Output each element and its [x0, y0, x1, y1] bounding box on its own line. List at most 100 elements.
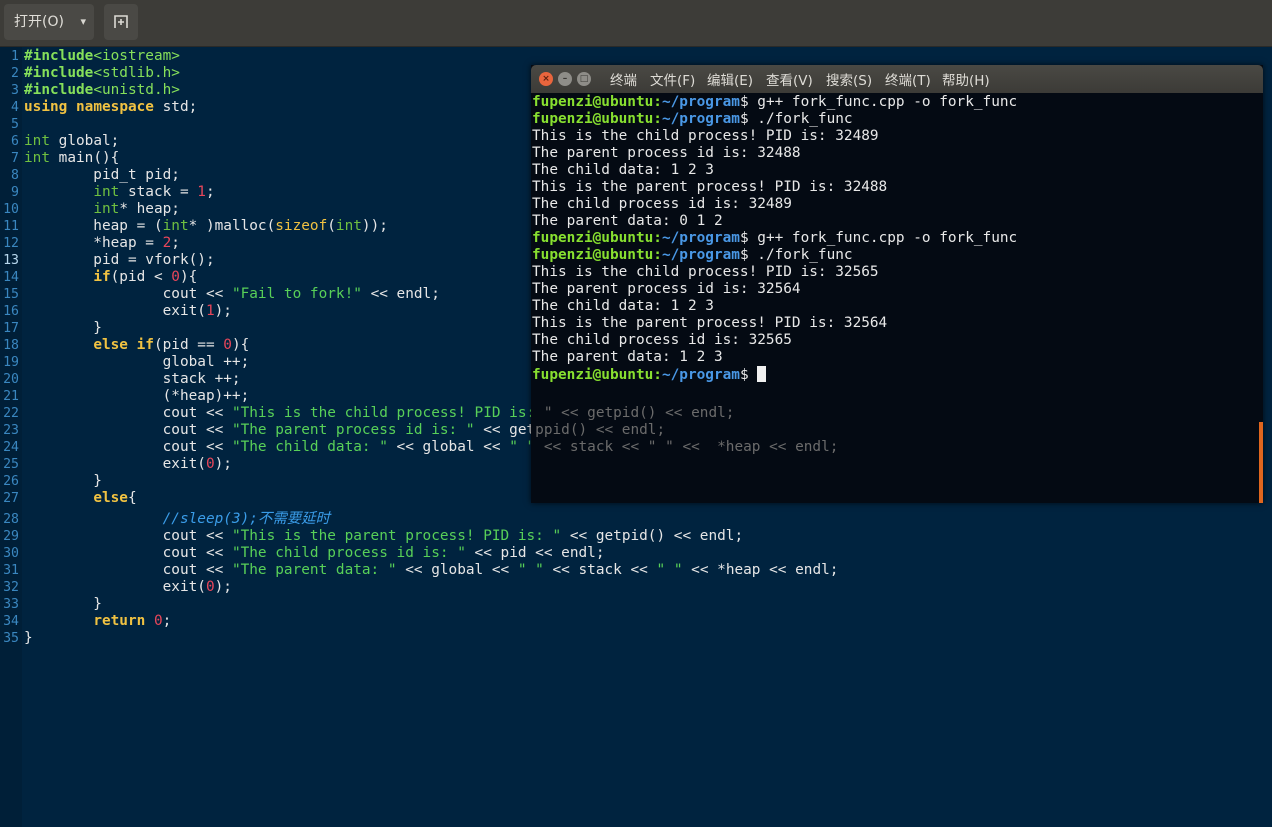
code-token: << *heap << endl;: [682, 562, 839, 578]
terminal-output-line: The parent process id is: 32488: [532, 145, 801, 161]
new-document-button[interactable]: [104, 4, 138, 40]
code-token: );: [214, 579, 232, 595]
menu-help[interactable]: 帮助(H): [942, 65, 990, 93]
line-number: 17: [3, 321, 19, 336]
line-number: 1: [11, 49, 19, 64]
prompt-symbol: $: [739, 247, 758, 263]
code-line[interactable]: if(pid < 0){: [24, 269, 197, 286]
code-token: " ": [517, 562, 544, 578]
menu-search[interactable]: 搜索(S): [826, 65, 872, 93]
menu-terminal[interactable]: 终端(T): [885, 65, 931, 93]
terminal-scrollbar[interactable]: [1259, 422, 1263, 503]
code-line[interactable]: #include<unistd.h>: [24, 82, 180, 99]
code-line[interactable]: pid_t pid;: [24, 167, 180, 184]
maximize-icon[interactable]: □: [577, 72, 591, 86]
menu-edit[interactable]: 编辑(E): [707, 65, 753, 93]
code-line[interactable]: return 0;: [24, 613, 171, 630]
new-document-icon: [114, 15, 128, 28]
code-token: "The child data: ": [231, 439, 388, 455]
code-token: return: [93, 613, 146, 629]
ghost-code-line: << stack << " " << *heap << endl;: [535, 439, 839, 455]
code-line[interactable]: cout << "This is the parent process! PID…: [24, 528, 744, 545]
code-line[interactable]: }: [24, 630, 33, 647]
code-token: << getpid() << endl;: [561, 528, 744, 544]
code-token: << global <<: [387, 439, 510, 455]
code-token: exit(: [24, 456, 206, 472]
menu-view[interactable]: 查看(V): [766, 65, 813, 93]
line-number: 5: [11, 117, 19, 132]
close-icon[interactable]: ×: [539, 72, 553, 86]
code-line[interactable]: cout << "The parent data: " << global <<…: [24, 562, 839, 579]
terminal-output-line: This is the parent process! PID is: 3248…: [532, 179, 888, 195]
line-number: 13: [3, 253, 19, 268]
code-line[interactable]: (*heap)++;: [24, 388, 250, 405]
menu-terminal-title: 终端: [610, 73, 637, 89]
code-line[interactable]: cout << "Fail to fork!" << endl;: [24, 286, 440, 303]
line-number: 19: [3, 355, 19, 370]
prompt-user: fupenzi@ubuntu: [532, 94, 654, 110]
code-line[interactable]: stack ++;: [24, 371, 241, 388]
code-token: (: [327, 218, 336, 234]
terminal-output-line: The child data: 1 2 3: [532, 162, 714, 178]
code-line[interactable]: int global;: [24, 133, 119, 150]
code-token: "This is the child process! PID is: ": [231, 405, 553, 421]
code-line[interactable]: *heap = 2;: [24, 235, 180, 252]
terminal-titlebar[interactable]: × – □ 终端 文件(F) 编辑(E) 查看(V) 搜索(S) 终端(T) 帮…: [531, 65, 1263, 93]
code-line[interactable]: //sleep(3);不需要延时: [24, 511, 330, 528]
code-token: <stdlib.h>: [93, 65, 180, 81]
line-number: 8: [11, 168, 19, 183]
terminal-output-line: The child process id is: 32565: [532, 332, 792, 348]
code-token: using: [24, 99, 68, 115]
line-number: 25: [3, 457, 19, 472]
code-token: ;: [171, 235, 180, 251]
open-button[interactable]: 打开(O) ▾: [4, 4, 94, 40]
code-token: (pid ==: [153, 337, 224, 353]
minimize-icon[interactable]: –: [558, 72, 572, 86]
code-line[interactable]: else if(pid == 0){: [24, 337, 249, 354]
code-token: 1: [197, 184, 206, 200]
terminal-output-line: This is the parent process! PID is: 3256…: [532, 315, 888, 331]
code-line[interactable]: cout << "The child process id is: " << p…: [24, 545, 605, 562]
code-token: pid_t pid;: [24, 167, 180, 183]
code-line[interactable]: }: [24, 320, 102, 337]
code-line[interactable]: global ++;: [24, 354, 250, 371]
prompt-symbol: $: [739, 230, 758, 246]
code-token: 0: [171, 269, 180, 285]
code-line[interactable]: pid = vfork();: [24, 252, 214, 269]
code-token: cout <<: [24, 286, 232, 302]
prompt-command: g++ fork_func.cpp -o fork_func: [757, 230, 1018, 246]
code-token: "Fail to fork!": [231, 286, 362, 302]
code-line[interactable]: int* heap;: [24, 201, 180, 218]
code-token: stack ++;: [24, 371, 241, 387]
code-line[interactable]: #include<iostream>: [24, 48, 180, 65]
code-token: cout <<: [24, 422, 232, 438]
code-line[interactable]: exit(0);: [24, 456, 232, 473]
prompt-path: ~/program: [661, 367, 740, 383]
line-number: 20: [3, 372, 19, 387]
code-token: heap = (: [24, 218, 163, 234]
code-line[interactable]: }: [24, 473, 102, 490]
line-number: 30: [3, 546, 19, 561]
prompt-separator: :: [653, 367, 662, 383]
code-line[interactable]: int main(){: [24, 150, 119, 167]
code-line[interactable]: exit(0);: [24, 579, 232, 596]
code-line[interactable]: #include<stdlib.h>: [24, 65, 180, 82]
code-line[interactable]: int stack = 1;: [24, 184, 214, 201]
code-line[interactable]: exit(1);: [24, 303, 232, 320]
line-number: 9: [11, 185, 19, 200]
line-number: 24: [3, 440, 19, 455]
code-token: cout <<: [24, 562, 232, 578]
code-line[interactable]: }: [24, 596, 102, 613]
code-token: int: [335, 218, 362, 234]
line-number: 11: [3, 219, 19, 234]
code-token: "This is the parent process! PID is: ": [231, 528, 562, 544]
menu-file[interactable]: 文件(F): [650, 65, 695, 93]
code-line[interactable]: using namespace std;: [24, 99, 197, 116]
code-line[interactable]: else{: [24, 490, 136, 507]
code-token: global ++;: [24, 354, 250, 370]
line-number: 32: [3, 580, 19, 595]
code-token: cout <<: [24, 439, 232, 455]
code-line[interactable]: heap = (int* )malloc(sizeof(int));: [24, 218, 388, 235]
